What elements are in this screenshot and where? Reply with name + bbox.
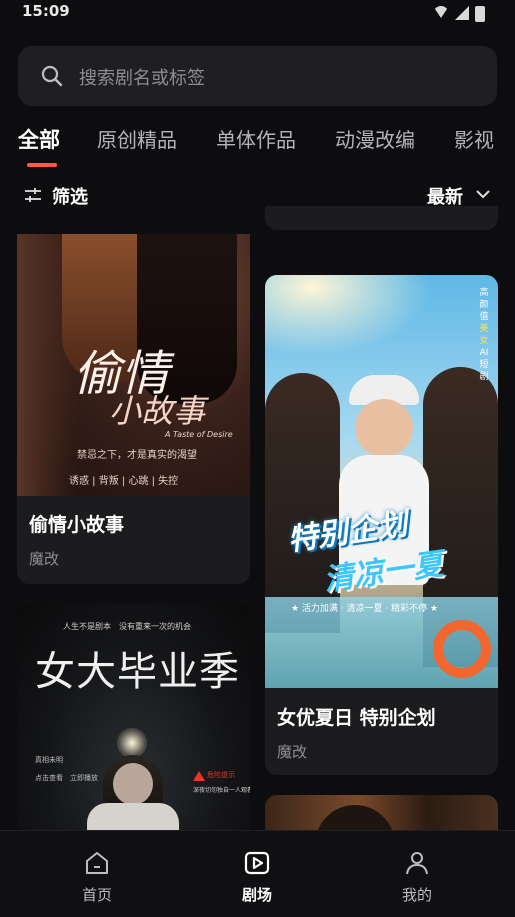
profile-icon [406,852,428,875]
drama-poster: 偷情 小故事 A Taste of Desire 禁忌之下，才是真实的渴望 诱惑… [17,234,250,496]
poster-slogan: ★ 活力加满 · 清凉一夏 · 精彩不停 ★ [291,604,439,614]
poster-note: 点击查看 立即播放 [35,774,98,782]
poster-tagline: 禁忌之下，才是真实的渴望 [77,450,197,461]
nav-theater[interactable]: 剧场 [197,831,317,917]
drama-card[interactable]: 偷情 小故事 A Taste of Desire 禁忌之下，才是真实的渴望 诱惑… [17,234,250,584]
status-time: 15:09 [22,2,70,20]
tab-single[interactable]: 单体作品 [216,124,296,153]
drama-tag: 魔改 [29,550,60,568]
drama-poster: 人生不是剧本 没有重来一次的机会 女大毕业季 真相未明 点击查看 立即播放 危险… [17,603,250,843]
tab-indicator [27,163,57,167]
category-tabs: 全部 原创精品 单体作品 动漫改编 影视 [0,120,515,170]
tab-film[interactable]: 影视 [454,124,494,153]
poster-side-tag: 高颜值 [479,288,489,322]
nav-profile[interactable]: 我的 [357,831,477,917]
search-bar[interactable]: 搜索剧名或标签 [18,46,497,106]
search-icon [41,65,63,87]
nav-profile-label: 我的 [401,886,432,904]
nav-theater-label: 剧场 [241,886,272,904]
poster-warning-tag: 危险提示 [207,771,235,779]
tab-original[interactable]: 原创精品 [97,124,177,153]
wifi-icon [433,6,449,18]
poster-title: 女大毕业季 [35,649,240,695]
signal-icon [455,6,469,20]
poster-script: A Taste of Desire [165,430,233,439]
poster-warning-text: 深夜切勿独自一人观看 [193,787,250,794]
status-bar: 15:09 [0,0,515,28]
nav-home-label: 首页 [81,886,112,904]
drama-card-partial-top[interactable] [265,206,498,230]
status-icons [433,6,493,22]
poster-subtitle: 小故事 [109,392,206,430]
poster-side-tag: 美女 [479,324,489,346]
warning-icon [193,771,205,781]
poster-tagline: 人生不是剧本 没有重来一次的机会 [63,622,191,631]
filter-sliders-icon[interactable] [24,186,42,204]
drama-title: 女优夏日 特别企划 [277,707,436,729]
tab-all[interactable]: 全部 [18,124,60,154]
drama-card[interactable]: 高颜值 美女 AI 短剧 特别企划 清凉一夏 ★ 活力加满 · 清凉一夏 · 精… [265,275,498,775]
poster-note: 真相未明 [35,756,63,764]
battery-icon [475,6,485,22]
chevron-down-icon[interactable] [475,186,491,202]
drama-poster: 高颜值 美女 AI 短剧 特别企划 清凉一夏 ★ 活力加满 · 清凉一夏 · 精… [265,275,498,688]
drama-title: 偷情小故事 [29,514,125,536]
tab-anime[interactable]: 动漫改编 [335,124,415,153]
home-icon [86,852,108,874]
filter-button[interactable]: 筛选 [52,183,88,209]
search-input[interactable]: 搜索剧名或标签 [79,64,205,90]
drama-tag: 魔改 [277,743,308,761]
nav-home[interactable]: 首页 [37,831,157,917]
poster-side-tag: AI [479,348,489,358]
poster-side-tag: 短剧 [479,360,489,382]
poster-keywords: 诱惑 | 背叛 | 心跳 | 失控 [69,476,179,487]
drama-card[interactable]: 人生不是剧本 没有重来一次的机会 女大毕业季 真相未明 点击查看 立即播放 危险… [17,603,250,843]
theater-play-icon [244,851,270,875]
bottom-nav: 首页 剧场 我的 [0,830,515,917]
